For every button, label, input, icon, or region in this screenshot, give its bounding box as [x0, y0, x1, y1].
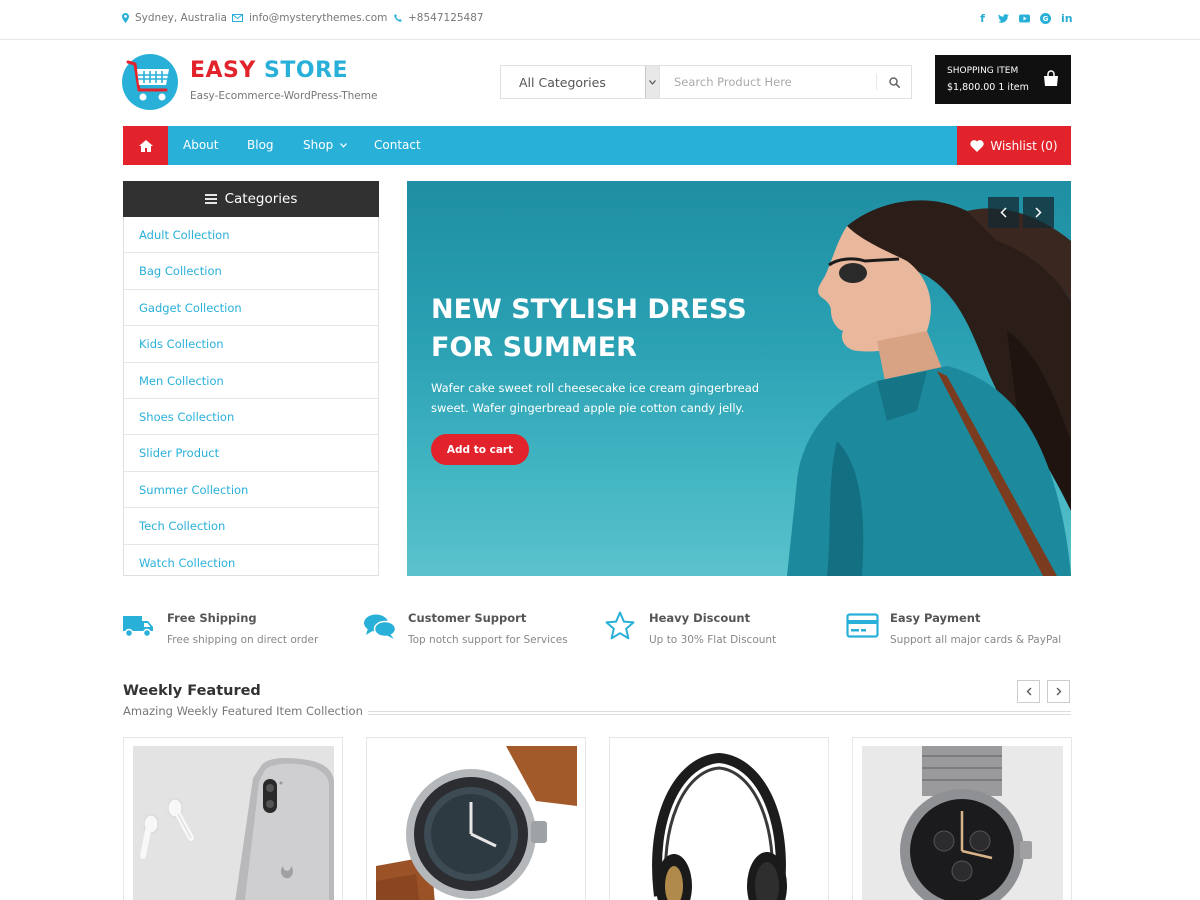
- chevron-down-icon: [340, 143, 347, 148]
- email-text[interactable]: info@mysterythemes.com: [249, 12, 387, 24]
- phone-icon: [394, 14, 402, 22]
- chevron-right-icon: [1035, 207, 1042, 218]
- product-image-headphones[interactable]: [619, 746, 820, 900]
- feature-description: Free shipping on direct order: [167, 634, 319, 646]
- chevron-right-icon: [1056, 687, 1061, 696]
- category-item-watch[interactable]: Watch Collection: [124, 545, 378, 581]
- location-text: Sydney, Australia: [135, 12, 227, 24]
- carousel-next-button[interactable]: [1047, 680, 1070, 703]
- section-title: Weekly Featured: [123, 683, 261, 699]
- cart-label: SHOPPING ITEM: [947, 66, 1019, 76]
- chevron-down-icon[interactable]: [645, 66, 659, 98]
- facebook-icon[interactable]: f: [977, 12, 988, 26]
- wishlist-label: Wishlist (0): [990, 138, 1058, 153]
- site-tagline: Easy-Ecommerce-WordPress-Theme: [190, 90, 378, 102]
- slider-next-button[interactable]: [1023, 197, 1054, 228]
- nav-item-shop[interactable]: Shop: [303, 138, 347, 152]
- category-list: Adult Collection Bag Collection Gadget C…: [124, 217, 378, 581]
- product-image-wristwatch-leather-strap[interactable]: [376, 746, 577, 900]
- search-input[interactable]: [660, 66, 876, 98]
- product-card[interactable]: [852, 737, 1072, 900]
- product-image-chronograph-watch[interactable]: [862, 746, 1063, 900]
- category-item-shoes[interactable]: Shoes Collection: [124, 399, 378, 436]
- product-card[interactable]: [366, 737, 586, 900]
- categories-heading: Categories: [224, 191, 298, 207]
- map-pin-icon: [122, 13, 129, 23]
- linkedin-icon[interactable]: in: [1061, 12, 1073, 26]
- slider-description: Wafer cake sweet roll cheesecake ice cre…: [431, 381, 760, 415]
- product-card[interactable]: [609, 737, 829, 900]
- nav-item-about[interactable]: About: [183, 138, 218, 152]
- category-item-slider-product[interactable]: Slider Product: [124, 435, 378, 472]
- phone-text[interactable]: +8547125487: [408, 12, 484, 24]
- category-select[interactable]: All Categories: [501, 66, 660, 98]
- category-item-adult[interactable]: Adult Collection: [124, 217, 378, 254]
- youtube-icon[interactable]: [1019, 12, 1030, 26]
- category-item-gadget[interactable]: Gadget Collection: [124, 290, 378, 327]
- wishlist-button[interactable]: Wishlist (0): [957, 126, 1071, 165]
- top-bar: Sydney, Australia info@mysterythemes.com…: [0, 0, 1200, 40]
- home-icon: [138, 139, 153, 152]
- shopping-bag-icon: [1044, 70, 1058, 86]
- site-title-store: STORE: [264, 58, 349, 83]
- home-button[interactable]: [123, 126, 168, 165]
- feature-title: Free Shipping: [167, 611, 257, 625]
- logo-cart-icon[interactable]: [122, 54, 178, 110]
- feature-title: Heavy Discount: [649, 611, 751, 625]
- carousel-prev-button[interactable]: [1017, 680, 1040, 703]
- cart-summary: $1,800.00 1 item: [947, 82, 1029, 93]
- category-item-kids[interactable]: Kids Collection: [124, 326, 378, 363]
- chevron-left-icon: [1026, 687, 1031, 696]
- heart-icon: [970, 139, 985, 152]
- twitter-icon[interactable]: [998, 12, 1009, 26]
- product-card[interactable]: [123, 737, 343, 900]
- category-item-men[interactable]: Men Collection: [124, 363, 378, 399]
- categories-header: Categories: [123, 181, 379, 217]
- nav-item-contact[interactable]: Contact: [374, 138, 421, 152]
- nav-item-blog[interactable]: Blog: [247, 138, 274, 152]
- feature-description: Up to 30% Flat Discount: [649, 634, 777, 646]
- search-icon: [888, 76, 900, 88]
- menu-icon: [204, 194, 217, 204]
- site-title-easy: EASY: [190, 58, 256, 83]
- category-item-summer[interactable]: Summer Collection: [124, 472, 378, 509]
- google-plus-icon[interactable]: G: [1040, 12, 1051, 26]
- location-info: Sydney, Australia: [122, 12, 227, 24]
- feature-description: Top notch support for Services: [408, 634, 568, 646]
- feature-title: Easy Payment: [890, 611, 981, 625]
- email-info[interactable]: info@mysterythemes.com: [232, 12, 387, 24]
- slider-prev-button[interactable]: [988, 197, 1019, 228]
- category-item-bag[interactable]: Bag Collection: [124, 253, 378, 290]
- main-navigation: About Blog Shop Contact Wishlist (0): [123, 126, 1071, 165]
- categories-panel: Categories Adult Collection Bag Collecti…: [123, 181, 379, 576]
- feature-title: Customer Support: [408, 611, 527, 625]
- shopping-cart[interactable]: SHOPPING ITEM $1,800.00 1 item: [935, 55, 1071, 104]
- add-to-cart-button[interactable]: Add to cart: [431, 434, 529, 465]
- truck-icon: [123, 616, 153, 638]
- section-subtitle: Amazing Weekly Featured Item Collection: [123, 704, 363, 718]
- nav-item-shop-label: Shop: [303, 138, 334, 152]
- svg-text:G: G: [1043, 15, 1049, 23]
- feature-description: Support all major cards & PayPal: [890, 634, 1062, 646]
- chat-bubbles-icon: [364, 614, 396, 639]
- product-search: All Categories: [500, 65, 912, 99]
- category-select-value: All Categories: [519, 75, 606, 90]
- envelope-icon: [232, 14, 243, 22]
- social-links: f G in: [977, 12, 1073, 26]
- product-image-phone-and-earbuds[interactable]: [133, 746, 334, 900]
- category-item-tech[interactable]: Tech Collection: [124, 508, 378, 545]
- star-icon: [605, 611, 635, 640]
- hero-slider: NEW STYLISH DRESS FOR SUMMER Wafer cake …: [407, 181, 1071, 576]
- search-button[interactable]: [876, 74, 911, 90]
- slider-heading: NEW STYLISH DRESS FOR SUMMER: [431, 294, 747, 363]
- phone-info[interactable]: +8547125487: [394, 12, 484, 24]
- site-title[interactable]: EASY STORE: [190, 58, 348, 83]
- section-divider: [368, 711, 1071, 715]
- chevron-left-icon: [1000, 207, 1007, 218]
- credit-card-icon: [846, 613, 879, 638]
